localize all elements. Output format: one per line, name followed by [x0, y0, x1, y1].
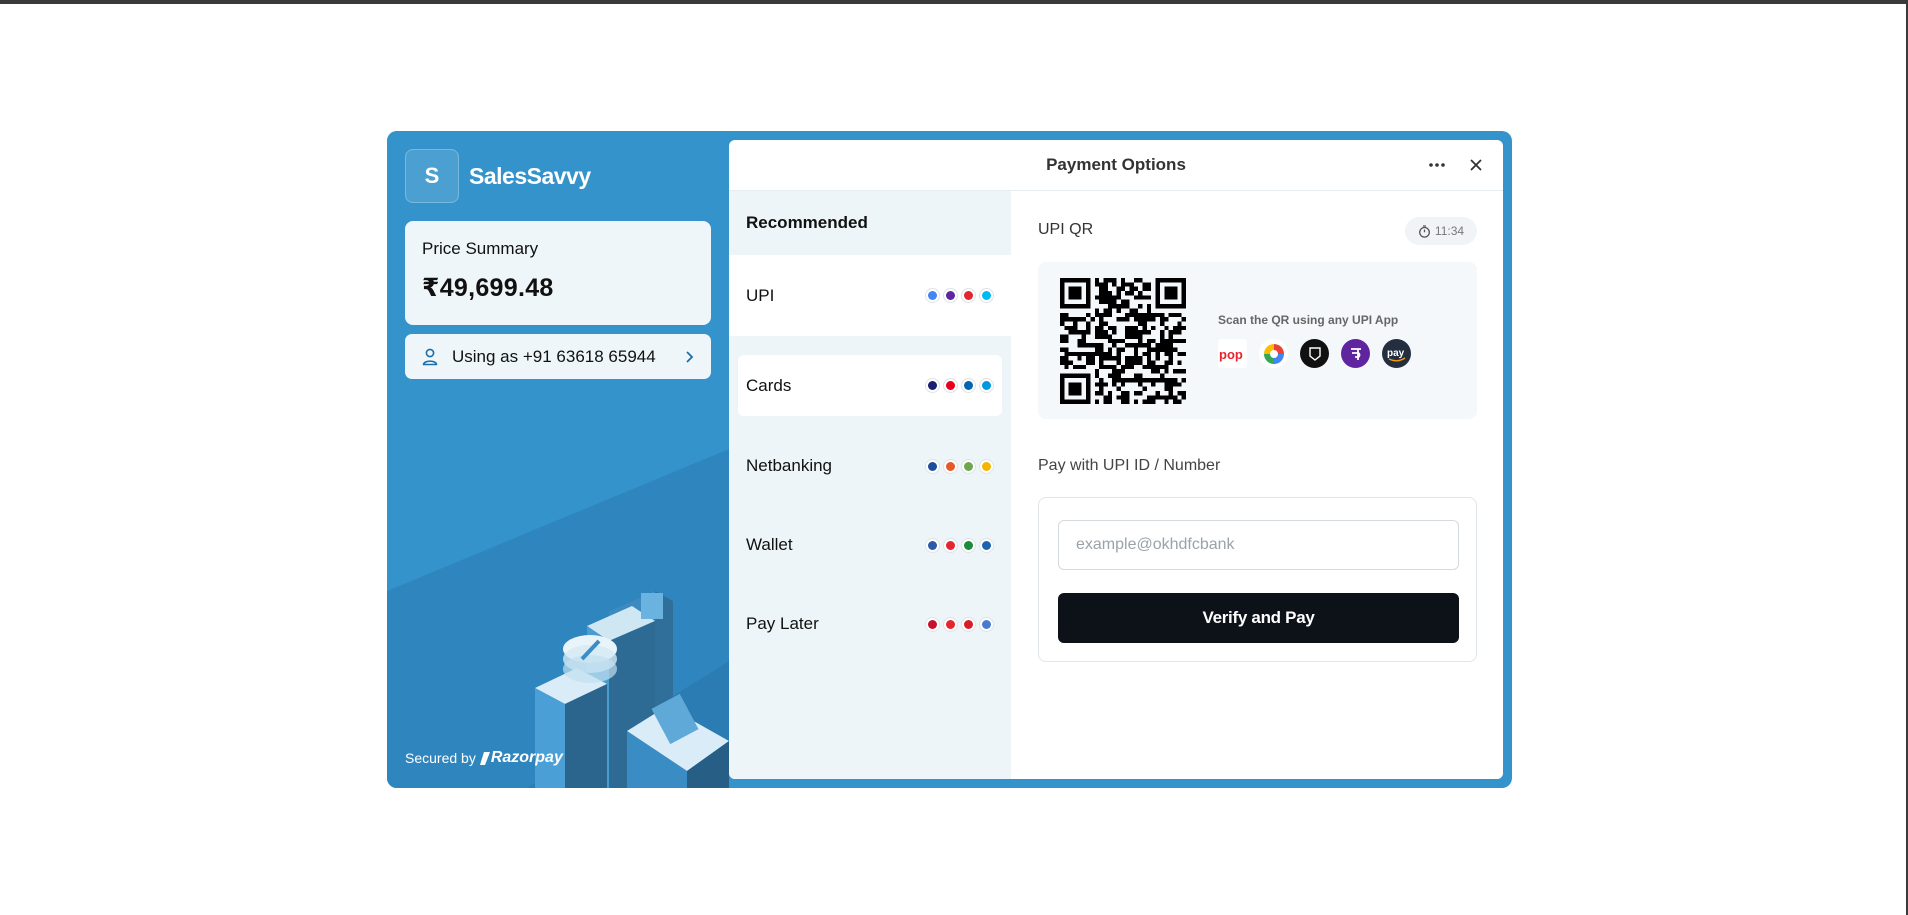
upi-id-form: Verify and Pay	[1038, 497, 1477, 662]
mastercard-icon	[943, 378, 958, 393]
upi-id-section-label: Pay with UPI ID / Number	[1038, 457, 1221, 474]
wallet-logos	[925, 537, 994, 553]
secured-by-text: Secured by	[405, 750, 476, 766]
wallet-logo-icon	[961, 537, 976, 553]
bank-logo-icon	[961, 458, 976, 474]
upi-app-icons: pop pay	[1218, 339, 1411, 368]
maestro-icon	[979, 378, 994, 393]
brand-logo: S	[405, 149, 459, 203]
panel-header: Payment Options	[729, 140, 1503, 191]
price-amount: ₹49,699.48	[422, 274, 554, 302]
qr-box: Scan the QR using any UPI App pop pay	[1038, 262, 1477, 419]
user-contact-text: Using as +91 63618 65944	[452, 346, 656, 366]
verify-and-pay-button[interactable]: Verify and Pay	[1058, 593, 1459, 643]
phonepe-icon	[1341, 339, 1370, 368]
paylater-logo-icon	[961, 616, 976, 632]
method-netbanking[interactable]: Netbanking	[729, 434, 1011, 498]
method-pay-later[interactable]: Pay Later	[729, 592, 1011, 656]
upi-app-logo-icon	[979, 288, 994, 303]
user-contact-button[interactable]: Using as +91 63618 65944	[405, 334, 711, 379]
page-title: Payment Options	[1046, 155, 1186, 174]
upi-app-logo-icon	[943, 288, 958, 303]
method-label: Pay Later	[746, 614, 819, 633]
bank-logo-icon	[925, 458, 940, 474]
wallet-logo-icon	[925, 537, 940, 553]
payment-methods-list: Recommended UPI Cards Netbanking Wallet …	[729, 191, 1011, 779]
brand-panel: S SalesSavvy Price Summary ₹49,699.48 Us…	[387, 131, 729, 788]
upi-qr-title: UPI QR	[1038, 221, 1094, 238]
price-summary-card: Price Summary ₹49,699.48	[405, 221, 711, 325]
method-label: UPI	[746, 285, 775, 305]
visa-icon	[925, 378, 940, 393]
method-recommended[interactable]: Recommended	[729, 191, 1011, 255]
checkout-modal: S SalesSavvy Price Summary ₹49,699.48 Us…	[387, 131, 1512, 788]
qr-code	[1060, 278, 1186, 404]
upi-app-logo-icon	[925, 288, 940, 303]
upi-logos	[925, 288, 994, 303]
timer-text: 11:34	[1434, 224, 1465, 238]
close-icon[interactable]	[1465, 154, 1487, 176]
more-options-icon[interactable]	[1425, 154, 1449, 176]
secured-by: Secured by Razorpay	[405, 749, 563, 767]
method-wallet[interactable]: Wallet	[729, 513, 1011, 577]
rupay-icon	[961, 378, 976, 393]
pay-later-logos	[925, 616, 994, 632]
cred-icon	[1300, 339, 1329, 368]
window-top-border	[0, 0, 1908, 4]
upi-app-logo-icon	[961, 288, 976, 303]
brand-name: SalesSavvy	[469, 162, 591, 189]
user-icon	[422, 348, 438, 366]
bank-logo-icon	[943, 458, 958, 474]
upi-content: UPI QR 11:34 Scan the QR using any UPI A…	[1011, 191, 1503, 779]
razorpay-logo: Razorpay	[479, 749, 563, 767]
method-label: Wallet	[746, 535, 793, 554]
method-label: Recommended	[746, 213, 868, 232]
timer-icon	[1418, 224, 1430, 238]
countdown-timer: 11:34	[1405, 217, 1477, 245]
bank-logos	[925, 458, 994, 474]
upi-id-input[interactable]	[1058, 520, 1459, 570]
wallet-logo-icon	[943, 537, 958, 553]
method-cards[interactable]: Cards	[738, 355, 1002, 416]
svg-text:pay: pay	[1387, 348, 1405, 359]
price-summary-label: Price Summary	[422, 239, 539, 258]
gpay-icon	[1259, 339, 1288, 368]
method-upi[interactable]: UPI	[729, 255, 1011, 336]
bhim-icon: pop	[1218, 339, 1247, 368]
paylater-logo-icon	[979, 616, 994, 632]
chevron-right-icon	[684, 350, 694, 364]
payment-options-panel: Payment Options Recommended UPI Cards Ne…	[729, 140, 1503, 779]
method-label: Netbanking	[746, 456, 833, 475]
bank-logo-icon	[979, 458, 994, 474]
scan-instructions: Scan the QR using any UPI App	[1218, 313, 1399, 327]
paylater-logo-icon	[943, 616, 958, 632]
card-network-logos	[925, 378, 994, 393]
brand-header: S SalesSavvy	[405, 149, 591, 203]
svg-text:pop: pop	[1219, 347, 1243, 362]
wallet-logo-icon	[979, 537, 994, 553]
method-label: Cards	[746, 375, 792, 395]
paylater-logo-icon	[925, 616, 940, 632]
amazonpay-icon: pay	[1382, 339, 1411, 368]
